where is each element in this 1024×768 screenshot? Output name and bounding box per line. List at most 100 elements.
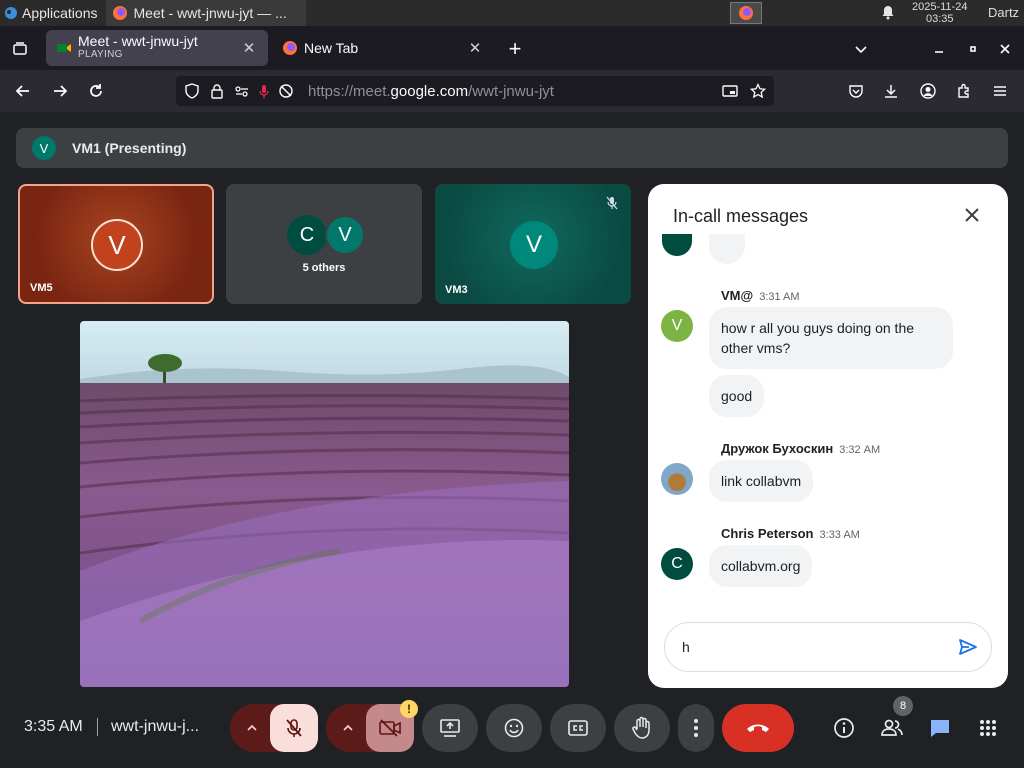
message-sender: VM@ <box>721 288 754 303</box>
lavender-field-image <box>80 321 569 687</box>
emoji-icon <box>504 718 524 738</box>
message-sender: Chris Peterson <box>721 526 814 541</box>
taskbar-window-button[interactable]: Meet - wwt-jnwu-jyt — ... <box>105 0 306 26</box>
camera-control-group: ! <box>326 700 418 752</box>
video-options-chevron-icon[interactable] <box>326 704 370 752</box>
close-tab-icon[interactable]: ✕ <box>240 39 258 57</box>
account-icon[interactable] <box>915 78 941 104</box>
message-header: VM@ 3:31 AM <box>721 288 800 303</box>
meeting-clock: 3:35 AM <box>24 718 83 735</box>
close-tab-icon[interactable]: ✕ <box>466 39 484 57</box>
url-prefix: https://meet. <box>308 82 391 100</box>
raise-hand-button[interactable] <box>614 704 670 752</box>
presenter-avatar: V <box>32 136 56 160</box>
in-call-messages-panel: In-call messages VM@ 3:31 AM V how r all … <box>648 184 1008 688</box>
reload-icon[interactable] <box>83 78 109 104</box>
more-options-button[interactable] <box>678 704 714 752</box>
more-vertical-icon <box>694 719 698 737</box>
message-sender: Дружок Бухоскин <box>721 441 834 456</box>
chat-message: link collabvm <box>709 460 814 502</box>
camera-off-icon <box>379 719 401 737</box>
downloads-icon[interactable] <box>878 78 904 104</box>
others-count-label: 5 others <box>302 262 346 274</box>
participant-tile-vm3[interactable]: V VM3 <box>435 184 631 304</box>
pocket-icon[interactable] <box>843 78 869 104</box>
activities-grid-icon[interactable] <box>974 714 1002 742</box>
message-time: 3:32 AM <box>839 444 881 456</box>
participant-name: VM5 <box>30 282 53 294</box>
present-screen-icon <box>440 719 460 737</box>
extensions-icon[interactable] <box>951 78 977 104</box>
back-arrow-icon[interactable] <box>10 78 36 104</box>
xfce-logo-icon <box>5 7 17 19</box>
firefox-icon <box>283 41 297 55</box>
forward-arrow-icon[interactable] <box>47 78 73 104</box>
system-clock[interactable]: 2025-11-24 03:35 <box>912 1 967 25</box>
participant-count-badge: 8 <box>893 696 913 716</box>
clock-date: 2025-11-24 <box>912 1 968 13</box>
maximize-window-icon[interactable] <box>960 36 986 62</box>
message-time: 3:33 AM <box>819 529 860 541</box>
close-window-icon[interactable] <box>992 36 1018 62</box>
user-menu[interactable]: Dartz <box>988 5 1019 20</box>
participant-tile-others[interactable]: C V 5 others <box>226 184 422 304</box>
bookmark-star-icon[interactable] <box>750 83 766 99</box>
people-icon[interactable] <box>878 714 906 742</box>
close-chat-icon[interactable] <box>964 206 980 229</box>
url-path: /wwt-jnwu-jyt <box>468 82 554 100</box>
notification-bell-icon[interactable] <box>880 4 896 23</box>
url-bar[interactable]: https://meet. google.com/wwt-jnwu-jyt <box>176 76 774 106</box>
present-screen-button[interactable] <box>422 704 478 752</box>
tab-new-tab-title: New Tab <box>304 41 359 55</box>
meeting-code: wwt-jnwu-j... <box>111 718 200 735</box>
clipped-avatar <box>662 234 692 256</box>
clipped-message-bubble <box>709 234 745 264</box>
picture-in-picture-icon[interactable] <box>722 83 738 99</box>
clock-time: 03:35 <box>925 13 954 25</box>
list-all-tabs-chevron-icon[interactable] <box>848 36 874 62</box>
presenting-label: VM1 (Presenting) <box>72 140 187 156</box>
applications-menu[interactable]: Applications <box>0 0 104 26</box>
chat-message-input[interactable]: h <box>664 622 992 672</box>
lock-icon[interactable] <box>210 83 224 99</box>
meet-page: V VM1 (Presenting) V VM5 C V 5 others V … <box>0 112 1024 768</box>
tab-meet[interactable]: Meet - wwt-jnwu-jyt PLAYING ✕ <box>46 30 268 66</box>
mic-control-group <box>230 704 318 752</box>
camera-warning-icon: ! <box>400 700 418 718</box>
tray-firefox-icon[interactable] <box>730 2 762 24</box>
tab-meet-title: Meet - wwt-jnwu-jyt <box>78 34 198 49</box>
divider <box>97 718 98 736</box>
tab-new-tab[interactable]: New Tab ✕ <box>272 30 494 66</box>
minimize-window-icon[interactable] <box>926 36 952 62</box>
meeting-details-info-icon[interactable] <box>830 714 858 742</box>
new-tab-plus-icon[interactable]: + <box>502 36 528 62</box>
send-message-icon[interactable] <box>957 636 979 658</box>
tracking-shield-icon[interactable] <box>184 83 200 99</box>
message-header: Chris Peterson 3:33 AM <box>721 526 860 541</box>
captions-button[interactable] <box>550 704 606 752</box>
microphone-blocked-icon[interactable] <box>258 83 270 99</box>
tab-list-icon[interactable] <box>7 36 33 62</box>
chat-input-value: h <box>682 639 690 655</box>
browser-tab-bar: Meet - wwt-jnwu-jyt PLAYING ✕ New Tab ✕ … <box>0 26 1024 70</box>
applications-label: Applications <box>22 5 98 21</box>
meet-favicon-icon <box>57 44 71 52</box>
mic-muted-icon <box>606 196 618 210</box>
sender-avatar: V <box>661 310 693 342</box>
taskbar-window-title: Meet - wwt-jnwu-jyt — ... <box>133 5 287 21</box>
permissions-icon[interactable] <box>234 83 250 99</box>
chat-icon[interactable] <box>926 714 954 742</box>
autoplay-blocked-icon[interactable] <box>278 83 294 99</box>
chat-message: collabvm.org <box>709 545 813 587</box>
sender-avatar: C <box>661 548 693 580</box>
presenting-banner: V VM1 (Presenting) <box>16 128 1008 168</box>
sender-avatar-photo <box>661 463 693 495</box>
audio-options-chevron-icon[interactable] <box>230 704 274 752</box>
mic-toggle-button[interactable] <box>270 704 318 752</box>
chat-message: good <box>709 375 765 417</box>
participant-tile-vm5[interactable]: V VM5 <box>18 184 214 304</box>
leave-call-button[interactable] <box>722 704 794 752</box>
menu-hamburger-icon[interactable] <box>987 78 1013 104</box>
send-reaction-button[interactable] <box>486 704 542 752</box>
raise-hand-icon <box>632 716 650 739</box>
